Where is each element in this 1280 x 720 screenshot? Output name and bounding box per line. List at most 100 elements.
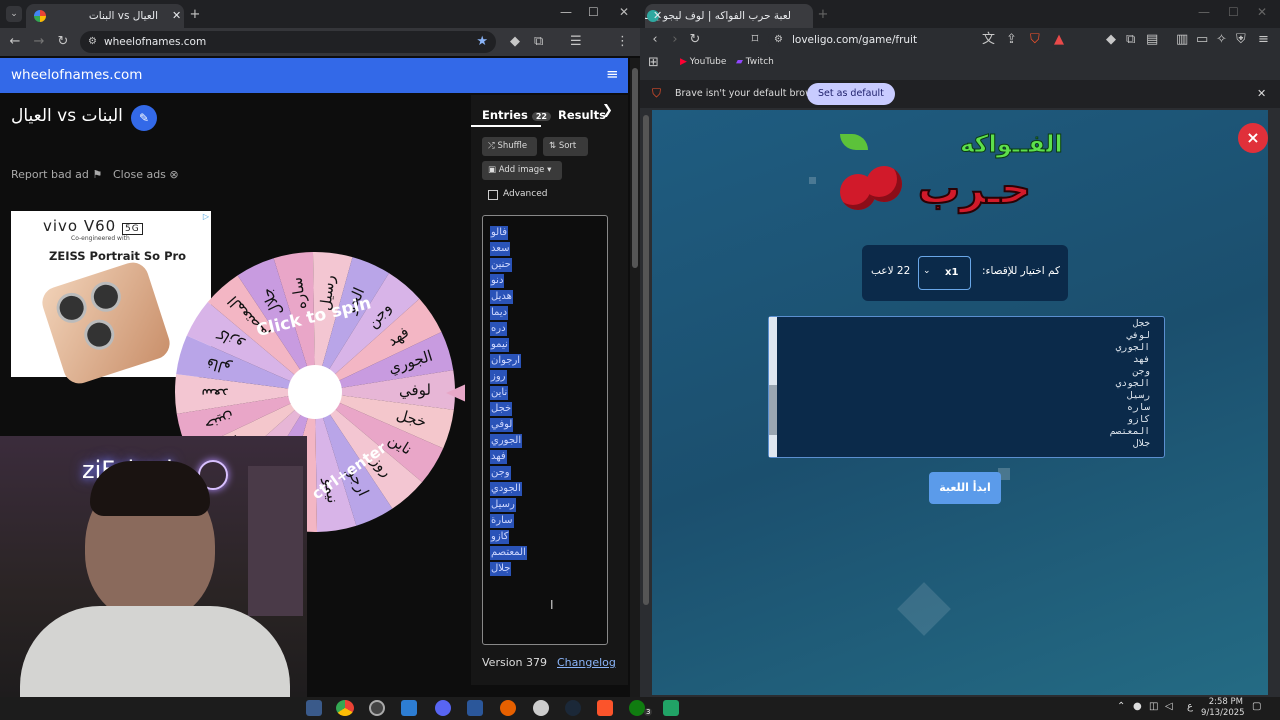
ms-store-icon[interactable] (401, 700, 417, 716)
bookmark-youtube[interactable]: ▶ YouTube (680, 57, 726, 67)
entries-textarea[interactable]: فالو سعد حنين دنو هديل ديما دره نيمو ارجوان روز نا… (482, 215, 608, 645)
site-info-icon[interactable]: ⚙ (774, 32, 783, 48)
close-infobar-icon[interactable]: ✕ (1257, 87, 1266, 100)
minimize-icon[interactable]: — (560, 5, 572, 19)
brave-rewards-icon[interactable]: ▲ (1054, 32, 1064, 48)
right-scrollbar[interactable] (1270, 110, 1280, 697)
leo-ai-icon[interactable]: ✧ (1216, 32, 1227, 48)
ad-subline: Co-engineered with (71, 235, 130, 242)
player-names-textarea[interactable]: خجل لوفي الجوري فهد وجن الجودي رسيل ساره كازو الم… (768, 316, 1165, 458)
new-tab-icon[interactable]: + (188, 7, 202, 23)
changelog-link[interactable]: Changelog (557, 656, 616, 669)
forward-icon[interactable]: › (668, 32, 682, 48)
tab-results[interactable]: Results (558, 108, 606, 122)
left-tab[interactable]: العيال vs البنات ✕ (26, 4, 184, 28)
brave-shields-icon[interactable]: ⛉ (1030, 32, 1040, 48)
close-ads-link[interactable]: Close ads ⊗ (113, 168, 179, 181)
close-tab-icon[interactable]: ✕ (172, 4, 181, 28)
wheel-brand[interactable]: wheelofnames.com (11, 67, 142, 83)
wheel-center[interactable] (288, 365, 342, 419)
menu-icon[interactable]: ≡ (1258, 32, 1269, 48)
bookmark-icon[interactable]: ⌑ (748, 32, 762, 48)
close-window-icon[interactable]: ✕ (619, 5, 629, 19)
right-scroll-thumb[interactable] (643, 115, 649, 605)
new-tab-icon[interactable]: + (816, 7, 830, 23)
xbox-badge: 3 (644, 708, 653, 716)
reading-list-icon[interactable]: ☰ (570, 34, 582, 50)
reload-icon[interactable]: ↻ (688, 32, 702, 48)
shuffle-button[interactable]: ⤮ Shuffle (482, 137, 537, 156)
left-url-field[interactable]: ⚙ wheelofnames.com ★ (80, 31, 496, 53)
extensions-puzzle-icon[interactable]: ⧉ (534, 34, 543, 50)
bookmark-star-icon[interactable]: ★ (476, 34, 488, 50)
discord-icon[interactable] (435, 700, 451, 716)
right-tab[interactable]: لعبة حرب الفواكه | لوف ليجو يوفر ✕ (645, 4, 813, 28)
close-tab-icon[interactable]: ✕ (653, 4, 662, 28)
wallet-icon[interactable]: ▭ (1196, 32, 1208, 48)
taskbar-app-icon[interactable] (306, 700, 322, 716)
translate-icon[interactable]: 文 (982, 32, 995, 48)
share-icon[interactable]: ⇪ (1006, 32, 1017, 48)
report-ad-link[interactable]: Report bad ad ⚑ (11, 168, 102, 181)
network-icon[interactable]: ◫ (1149, 701, 1158, 712)
wheel-slice-label: سعد (201, 385, 229, 403)
entry-line: فهد (490, 450, 507, 464)
apps-grid-icon[interactable]: ⊞ (648, 55, 659, 71)
maximize-icon[interactable]: ☐ (1228, 5, 1239, 19)
obs-icon[interactable] (369, 700, 385, 716)
back-icon[interactable]: ‹ (648, 32, 662, 48)
adchoices-icon[interactable]: ▷ (203, 212, 209, 221)
language-indicator[interactable]: ع (1187, 701, 1193, 712)
steam-icon[interactable] (565, 700, 581, 716)
maximize-icon[interactable]: ☐ (588, 5, 599, 19)
elimination-select[interactable]: x1 ⌄ (918, 256, 971, 290)
set-default-button[interactable]: Set as default (807, 83, 895, 105)
extension-diamond-icon[interactable]: ◆ (1106, 32, 1116, 48)
clock-time[interactable]: 2:58 PM (1208, 697, 1243, 707)
hamburger-menu-icon[interactable]: ≡ (606, 65, 619, 83)
taskbar-app-icon[interactable] (533, 700, 549, 716)
left-address-bar: ← → ↻ ⚙ wheelofnames.com ★ ◆ ⧉ ☰ 2 ⋮ (0, 28, 640, 77)
wheel-title: البنات vs العيال (11, 106, 123, 126)
edit-title-pencil-icon[interactable]: ✎ (131, 105, 157, 131)
forward-icon[interactable]: → (32, 34, 46, 50)
notifications-icon[interactable]: ▢ (1252, 701, 1261, 712)
tab-manager-icon[interactable]: ▤ (1146, 32, 1158, 48)
menu-kebab-icon[interactable]: ⋮ (616, 34, 629, 50)
game-logo: الفــواكه حـرب (840, 130, 1100, 226)
extension-diamond-icon[interactable]: ◆ (510, 34, 520, 50)
clock-date[interactable]: 9/13/2025 (1201, 708, 1245, 718)
volume-icon[interactable]: ◁ (1165, 701, 1173, 712)
sort-button[interactable]: ⇅ Sort (543, 137, 588, 156)
bookmark-twitch[interactable]: ▰ Twitch (736, 57, 774, 67)
tab-scroll-chevron-icon[interactable]: ❯ (602, 103, 618, 123)
xbox-icon[interactable] (629, 700, 645, 716)
brave-icon[interactable] (597, 700, 613, 716)
youtube-icon: ▶ (680, 57, 687, 67)
add-image-button[interactable]: ▣ Add image ▾ (482, 161, 562, 180)
left-scroll-thumb[interactable] (632, 68, 638, 268)
mic-icon[interactable]: ● (1133, 701, 1142, 712)
sidebar-toggle-icon[interactable]: ▥ (1176, 32, 1188, 48)
tray-chevron-icon[interactable]: ⌃ (1117, 701, 1125, 712)
extensions-puzzle-icon[interactable]: ⧉ (1126, 32, 1135, 48)
site-info-icon[interactable]: ⚙ (88, 34, 97, 50)
minimize-icon[interactable]: — (1198, 5, 1210, 19)
vpn-icon[interactable]: ⛨ (1236, 32, 1246, 48)
add-image-label: Add image (498, 165, 545, 175)
game-close-button[interactable]: × (1238, 123, 1268, 153)
left-scrollbar[interactable] (630, 58, 640, 697)
reload-icon[interactable]: ↻ (56, 34, 70, 50)
tab-entries[interactable]: Entries 22 (482, 108, 551, 122)
back-icon[interactable]: ← (8, 34, 22, 50)
close-window-icon[interactable]: ✕ (1257, 5, 1267, 19)
advanced-checkbox[interactable] (488, 190, 498, 200)
firefox-icon[interactable] (500, 700, 516, 716)
names-scroll-thumb[interactable] (769, 385, 777, 435)
word-icon[interactable] (467, 700, 483, 716)
excel-icon[interactable] (663, 700, 679, 716)
chrome-icon[interactable] (336, 700, 354, 716)
tab-search-chevron-icon[interactable]: ⌄ (6, 6, 22, 22)
start-game-button[interactable]: ابدأ اللعبة (929, 472, 1001, 504)
names-scrollbar[interactable] (769, 317, 777, 457)
